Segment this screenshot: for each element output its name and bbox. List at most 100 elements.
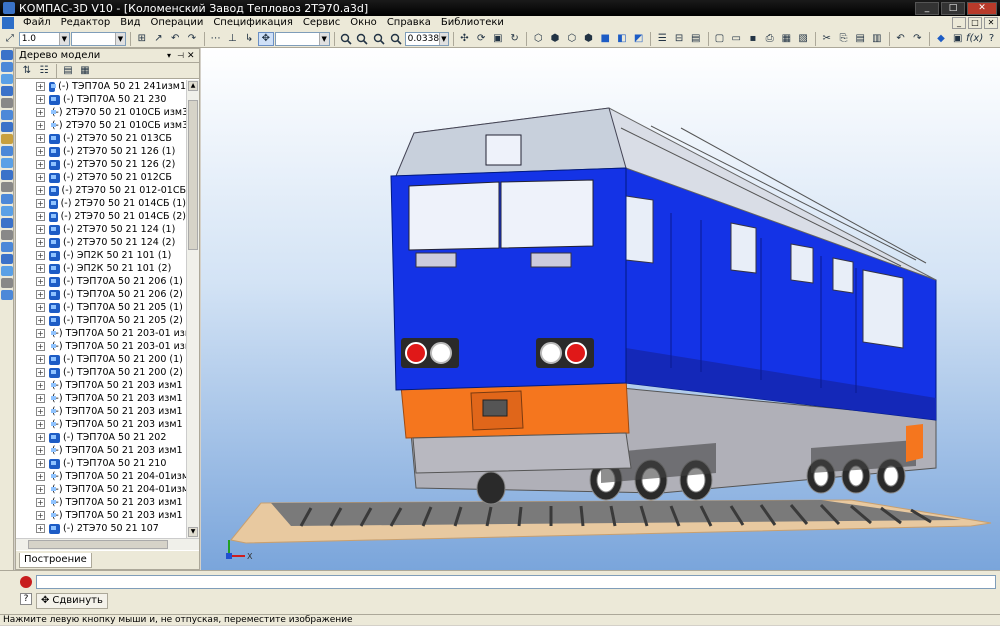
expand-icon[interactable]: + — [36, 498, 45, 507]
wireframe-icon[interactable]: ⬡ — [530, 32, 546, 46]
tree-item[interactable]: + (-) ТЭП70А 50 21 230 — [16, 93, 186, 106]
expand-icon[interactable]: + — [36, 290, 45, 299]
tree-item[interactable]: + (-) ЭП2К 50 21 101 (1) — [16, 249, 186, 262]
panel-menu-icon[interactable]: ▾ — [167, 51, 177, 60]
expand-icon[interactable]: + — [36, 394, 45, 403]
tree-item[interactable]: + (-) ТЭП70А 50 21 203 изм1 (3 — [16, 405, 186, 418]
hscroll-thumb[interactable] — [28, 540, 168, 549]
tree-item[interactable]: + (-) 2ТЭ70 50 21 124 (1) — [16, 223, 186, 236]
cut-icon[interactable]: ✂ — [819, 32, 835, 46]
undo-icon[interactable]: ↶ — [167, 32, 183, 46]
tree-item[interactable]: + (-) ТЭП70А 50 21 210 — [16, 457, 186, 470]
compact-param-icon[interactable] — [0, 86, 13, 96]
expand-icon[interactable]: + — [36, 420, 45, 429]
formula-icon[interactable]: f(x) — [966, 32, 983, 46]
tree-item[interactable]: + (-) ТЭП70А 50 21 202 — [16, 431, 186, 444]
mdi-restore-button[interactable]: □ — [968, 17, 982, 29]
expand-icon[interactable]: + — [36, 199, 45, 208]
panel-pin-icon[interactable]: ⊣ — [177, 51, 187, 60]
compact-measure-icon[interactable] — [0, 98, 13, 108]
expand-icon[interactable]: + — [36, 511, 45, 520]
hidden-lines-icon[interactable]: ⬢ — [547, 32, 563, 46]
compact-geometry-icon[interactable] — [0, 50, 13, 60]
compact-fit-icon[interactable] — [0, 194, 13, 204]
compact-view-icon[interactable] — [0, 266, 13, 276]
cursor-icon[interactable]: ↳ — [241, 32, 257, 46]
compass-manager-icon[interactable]: ◆ — [933, 32, 949, 46]
scale-combo[interactable]: 0.0338 ▼ — [404, 31, 449, 46]
move-icon[interactable]: ✣ — [457, 32, 473, 46]
menu-editor[interactable]: Редактор — [56, 16, 116, 30]
expand-icon[interactable]: + — [36, 147, 45, 156]
compact-analysis-icon[interactable] — [0, 254, 13, 264]
menu-service[interactable]: Сервис — [298, 16, 345, 30]
tree-item[interactable]: + (-) ТЭП70А 50 21 203 изм1 (5 — [16, 444, 186, 457]
paste-icon[interactable]: ▤ — [852, 32, 868, 46]
new-file-icon[interactable]: ▢ — [712, 32, 728, 46]
expand-icon[interactable]: + — [36, 433, 45, 442]
compact-pipeline-icon[interactable] — [0, 218, 13, 228]
tree-item[interactable]: + (-) ТЭП70А 50 21 200 (2) — [16, 366, 186, 379]
expand-icon[interactable]: + — [36, 264, 45, 273]
manager-icon[interactable]: ▧ — [795, 32, 811, 46]
help-question-icon[interactable]: ? — [20, 593, 32, 605]
tree-item[interactable]: + (-) ТЭП70А 50 21 203-01 изм1 — [16, 327, 186, 340]
expand-icon[interactable]: + — [36, 134, 45, 143]
expand-icon[interactable]: + — [36, 329, 45, 338]
compact-aux-icon[interactable] — [0, 182, 13, 192]
preview-icon[interactable]: ▦ — [778, 32, 794, 46]
compact-array-icon[interactable] — [0, 170, 13, 180]
compact-assembly-icon[interactable] — [0, 146, 13, 156]
minimize-button[interactable]: _ — [915, 1, 939, 15]
expand-icon[interactable]: + — [36, 160, 45, 169]
mdi-minimize-button[interactable]: _ — [952, 17, 966, 29]
tree-item[interactable]: + (-) ТЭП70А 50 21 205 (2) — [16, 314, 186, 327]
expand-icon[interactable]: + — [36, 186, 45, 195]
tree-item[interactable]: + (-) ТЭП70А 50 21 205 (1) — [16, 301, 186, 314]
tree-item[interactable]: + (-) 2ТЭ70 50 21 124 (2) — [16, 236, 186, 249]
tree-item[interactable]: + (-) ТЭП70А 50 21 203 изм1 (1 — [16, 379, 186, 392]
menu-specification[interactable]: Спецификация — [208, 16, 298, 30]
zoom-window-icon[interactable] — [371, 32, 387, 46]
expand-icon[interactable]: + — [36, 368, 45, 377]
expand-icon[interactable]: + — [36, 485, 45, 494]
expand-icon[interactable]: + — [36, 381, 45, 390]
scroll-up-icon[interactable]: ▲ — [188, 81, 198, 91]
library-icon[interactable]: ▤ — [688, 32, 704, 46]
close-button[interactable]: ✕ — [967, 1, 997, 15]
orient-icon[interactable]: ↻ — [507, 32, 523, 46]
expand-icon[interactable]: + — [36, 459, 45, 468]
coordinates-combo[interactable]: ▼ — [274, 31, 330, 46]
command-line[interactable] — [36, 575, 996, 589]
menu-libraries[interactable]: Библиотеки — [436, 16, 509, 30]
compact-dimension-icon[interactable] — [0, 62, 13, 72]
ortho-icon[interactable]: ⊥ — [224, 32, 240, 46]
help-icon[interactable]: ? — [984, 32, 1000, 46]
menu-help[interactable]: Справка — [382, 16, 436, 30]
expand-icon[interactable]: + — [36, 121, 45, 130]
shift-button[interactable]: ✥ Сдвинуть — [36, 593, 108, 609]
scroll-thumb[interactable] — [188, 100, 198, 250]
expand-icon[interactable]: + — [36, 95, 45, 104]
save-file-icon[interactable]: ▪ — [745, 32, 761, 46]
menu-window[interactable]: Окно — [345, 16, 382, 30]
expand-icon[interactable]: + — [36, 212, 45, 221]
tree-item[interactable]: + (-) 2ТЭ70 50 21 126 (2) — [16, 158, 186, 171]
expand-icon[interactable]: + — [36, 82, 45, 91]
tree-item[interactable]: + (-) ТЭП70А 50 21 203 изм1 (2 — [16, 392, 186, 405]
tree-item[interactable]: + (-) 2ТЭ70 50 21 012СБ — [16, 171, 186, 184]
compact-misc-icon[interactable] — [0, 278, 13, 288]
compact-sheet-icon[interactable] — [0, 206, 13, 216]
stop-icon[interactable] — [20, 576, 32, 588]
expand-icon[interactable]: + — [36, 108, 45, 117]
tree-item[interactable]: + (-) ТЭП70А 50 21 203 изм1 (7 — [16, 509, 186, 522]
tab-construction[interactable]: Построение — [19, 553, 92, 568]
pan-icon[interactable]: ✥ — [257, 31, 274, 46]
tree-item[interactable]: + (-) ТЭП70А 50 21 200 (1) — [16, 353, 186, 366]
tree-item[interactable]: + (-) ТЭП70А 50 21 206 (2) — [16, 288, 186, 301]
expand-icon[interactable]: + — [36, 472, 45, 481]
compact-settings-icon[interactable] — [0, 290, 13, 300]
compact-edit-icon[interactable] — [0, 74, 13, 84]
redo-icon[interactable]: ↷ — [184, 32, 200, 46]
fit-icon[interactable]: ▣ — [490, 32, 506, 46]
